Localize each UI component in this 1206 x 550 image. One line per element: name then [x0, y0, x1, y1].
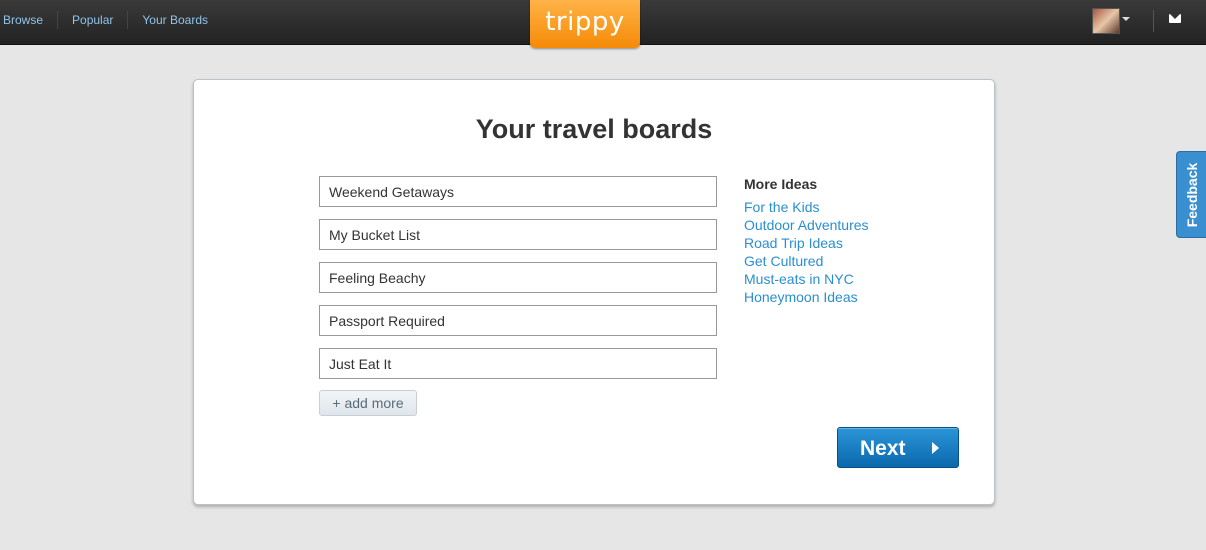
nav-your-boards[interactable]: Your Boards: [128, 11, 222, 29]
idea-link-honeymoon-ideas[interactable]: Honeymoon Ideas: [744, 288, 964, 306]
feedback-tab[interactable]: Feedback: [1176, 151, 1206, 238]
more-ideas-heading: More Ideas: [744, 176, 818, 192]
board-name-input-5[interactable]: [319, 348, 717, 379]
nav-popular[interactable]: Popular: [58, 11, 129, 29]
nav-browse[interactable]: Browse: [0, 11, 59, 29]
more-ideas-panel: More Ideas For the Kids Outdoor Adventur…: [744, 176, 964, 306]
feedback-label: Feedback: [1183, 162, 1200, 227]
idea-link-outdoor-adventures[interactable]: Outdoor Adventures: [744, 216, 964, 234]
idea-link-for-the-kids[interactable]: For the Kids: [744, 198, 964, 216]
idea-link-must-eats-nyc[interactable]: Must-eats in NYC: [744, 270, 964, 288]
travel-boards-card: Your travel boards + add more More Ideas…: [193, 79, 995, 505]
mail-icon[interactable]: [1169, 14, 1181, 23]
board-name-input-1[interactable]: [319, 176, 717, 207]
page-title: Your travel boards: [475, 114, 713, 144]
top-nav-bar: Browse Popular Your Boards trippy: [0, 0, 1206, 48]
idea-link-road-trip-ideas[interactable]: Road Trip Ideas: [744, 234, 964, 252]
board-name-input-3[interactable]: [319, 262, 717, 293]
next-button[interactable]: Next: [837, 427, 959, 468]
idea-link-get-cultured[interactable]: Get Cultured: [744, 252, 964, 270]
nav-divider: [1153, 10, 1154, 32]
chevron-down-icon[interactable]: [1122, 17, 1130, 21]
user-avatar[interactable]: [1092, 8, 1120, 34]
board-name-input-4[interactable]: [319, 305, 717, 336]
arrow-right-icon: [932, 442, 939, 454]
next-button-label: Next: [860, 437, 906, 460]
board-name-input-2[interactable]: [319, 219, 717, 250]
add-more-button[interactable]: + add more: [319, 390, 417, 416]
main-nav: Browse Popular Your Boards: [0, 0, 222, 40]
trippy-logo[interactable]: trippy: [530, 0, 640, 48]
